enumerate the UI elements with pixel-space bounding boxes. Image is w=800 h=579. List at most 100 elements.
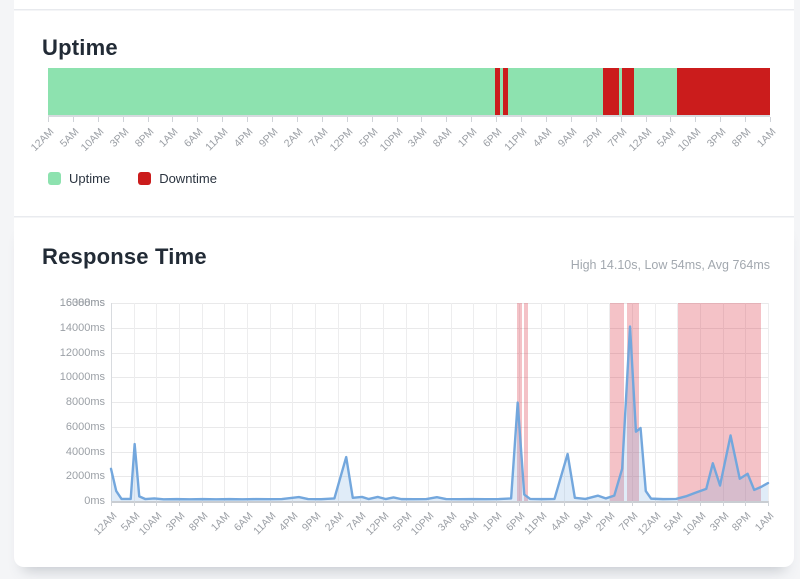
axis-tick bbox=[632, 501, 633, 506]
uptime-segment-up[interactable] bbox=[48, 68, 495, 115]
axis-tick bbox=[172, 117, 173, 122]
axis-tick bbox=[48, 117, 49, 122]
response-time-stats: High 14.10s, Low 54ms, Avg 764ms bbox=[571, 258, 770, 272]
response-chart-plot[interactable] bbox=[111, 303, 768, 501]
uptime-segment-down[interactable] bbox=[677, 68, 770, 115]
x-tick-label: 8AM bbox=[458, 510, 482, 534]
y-tick-label: 6000ms bbox=[66, 420, 105, 434]
x-tick-label: 6PM bbox=[481, 126, 505, 150]
x-tick-label: 8PM bbox=[730, 126, 754, 150]
axis-tick bbox=[745, 117, 746, 122]
axis-tick bbox=[247, 501, 248, 506]
y-axis-max-label: 16388ms bbox=[60, 296, 105, 310]
axis-tick bbox=[372, 117, 373, 122]
x-tick-label: 8PM bbox=[132, 126, 156, 150]
axis-tick bbox=[655, 501, 656, 506]
x-tick-label: 3PM bbox=[164, 510, 188, 534]
legend-label-downtime: Downtime bbox=[159, 171, 217, 186]
uptime-segment-up[interactable] bbox=[508, 68, 603, 115]
y-tick-label: 14000ms bbox=[60, 321, 105, 335]
x-tick-label: 1AM bbox=[157, 126, 181, 150]
axis-tick bbox=[745, 501, 746, 506]
axis-tick bbox=[428, 501, 429, 506]
x-tick-label: 1AM bbox=[209, 510, 233, 534]
axis-tick bbox=[202, 501, 203, 506]
x-tick-label: 2AM bbox=[322, 510, 346, 534]
x-tick-label: 5PM bbox=[356, 126, 380, 150]
uptime-segment-up[interactable] bbox=[634, 68, 677, 115]
x-tick-label: 6AM bbox=[182, 126, 206, 150]
axis-tick bbox=[496, 501, 497, 506]
axis-tick bbox=[383, 501, 384, 506]
axis-tick bbox=[496, 117, 497, 122]
y-tick-label: 0ms bbox=[84, 494, 105, 508]
x-tick-label: 12PM bbox=[327, 126, 355, 154]
x-tick-label: 11AM bbox=[203, 126, 230, 153]
response-time-card: Response Time High 14.10s, Low 54ms, Avg… bbox=[14, 218, 794, 567]
axis-tick bbox=[587, 501, 588, 506]
axis-tick bbox=[73, 117, 74, 122]
axis-tick bbox=[270, 501, 271, 506]
axis-tick bbox=[197, 117, 198, 122]
uptime-segment-down[interactable] bbox=[622, 68, 634, 115]
axis-tick bbox=[156, 501, 157, 506]
legend-label-uptime: Uptime bbox=[69, 171, 110, 186]
axis-tick bbox=[322, 117, 323, 122]
axis-tick bbox=[179, 501, 180, 506]
y-tick-label: 10000ms bbox=[60, 370, 105, 384]
x-tick-label: 10PM bbox=[377, 126, 405, 154]
axis-tick bbox=[473, 501, 474, 506]
x-tick-label: 4AM bbox=[549, 510, 573, 534]
axis-tick bbox=[723, 501, 724, 506]
axis-tick bbox=[272, 117, 273, 122]
x-tick-label: 9PM bbox=[300, 510, 324, 534]
axis-tick bbox=[564, 501, 565, 506]
legend-swatch-down bbox=[138, 172, 151, 185]
axis-tick bbox=[397, 117, 398, 122]
axis-tick bbox=[446, 117, 447, 122]
y-tick-label: 8000ms bbox=[66, 395, 105, 409]
uptime-status-bar[interactable] bbox=[48, 68, 770, 115]
x-tick-label: 3PM bbox=[707, 510, 731, 534]
x-tick-label: 7PM bbox=[605, 126, 629, 150]
x-tick-label: 10AM bbox=[681, 510, 709, 538]
axis-tick bbox=[292, 501, 293, 506]
uptime-segment-down[interactable] bbox=[603, 68, 619, 115]
previous-card-bottom-edge bbox=[14, 0, 794, 10]
y-tick-label: 2000ms bbox=[66, 469, 105, 483]
axis-tick bbox=[421, 117, 422, 122]
axis-tick bbox=[222, 117, 223, 122]
axis-tick bbox=[123, 117, 124, 122]
axis-tick bbox=[297, 117, 298, 122]
x-tick-label: 2PM bbox=[580, 126, 604, 150]
x-tick-label: 4AM bbox=[531, 126, 555, 150]
axis-tick bbox=[98, 117, 99, 122]
uptime-title: Uptime bbox=[42, 35, 118, 61]
axis-tick bbox=[700, 501, 701, 506]
uptime-time-axis: 12AM5AM10AM3PM8PM1AM6AM11AM4PM9PM2AM7AM1… bbox=[48, 117, 770, 179]
x-tick-label: 10PM bbox=[409, 510, 437, 538]
response-line bbox=[111, 327, 768, 500]
x-tick-label: 1PM bbox=[481, 510, 505, 534]
x-tick-label: 12AM bbox=[92, 510, 120, 538]
axis-tick bbox=[521, 117, 522, 122]
uptime-card: Uptime 12AM5AM10AM3PM8PM1AM6AM11AM4PM9PM… bbox=[14, 11, 794, 217]
x-tick-label: 9AM bbox=[556, 126, 580, 150]
axis-tick bbox=[471, 117, 472, 122]
axis-tick bbox=[768, 501, 769, 506]
axis-tick bbox=[546, 117, 547, 122]
x-tick-label: 12AM bbox=[29, 126, 57, 154]
x-tick-label: 3AM bbox=[406, 126, 430, 150]
x-tick-label: 11PM bbox=[523, 510, 550, 537]
axis-tick bbox=[406, 501, 407, 506]
axis-tick bbox=[541, 501, 542, 506]
x-tick-label: 7AM bbox=[307, 126, 331, 150]
x-tick-label: 10AM bbox=[137, 510, 165, 538]
x-tick-label: 4PM bbox=[232, 126, 256, 150]
x-tick-label: 8PM bbox=[730, 510, 754, 534]
legend-swatch-up bbox=[48, 172, 61, 185]
axis-tick bbox=[670, 117, 671, 122]
x-tick-label: 12AM bbox=[635, 510, 663, 538]
response-line-chart bbox=[111, 303, 768, 501]
axis-tick bbox=[695, 117, 696, 122]
